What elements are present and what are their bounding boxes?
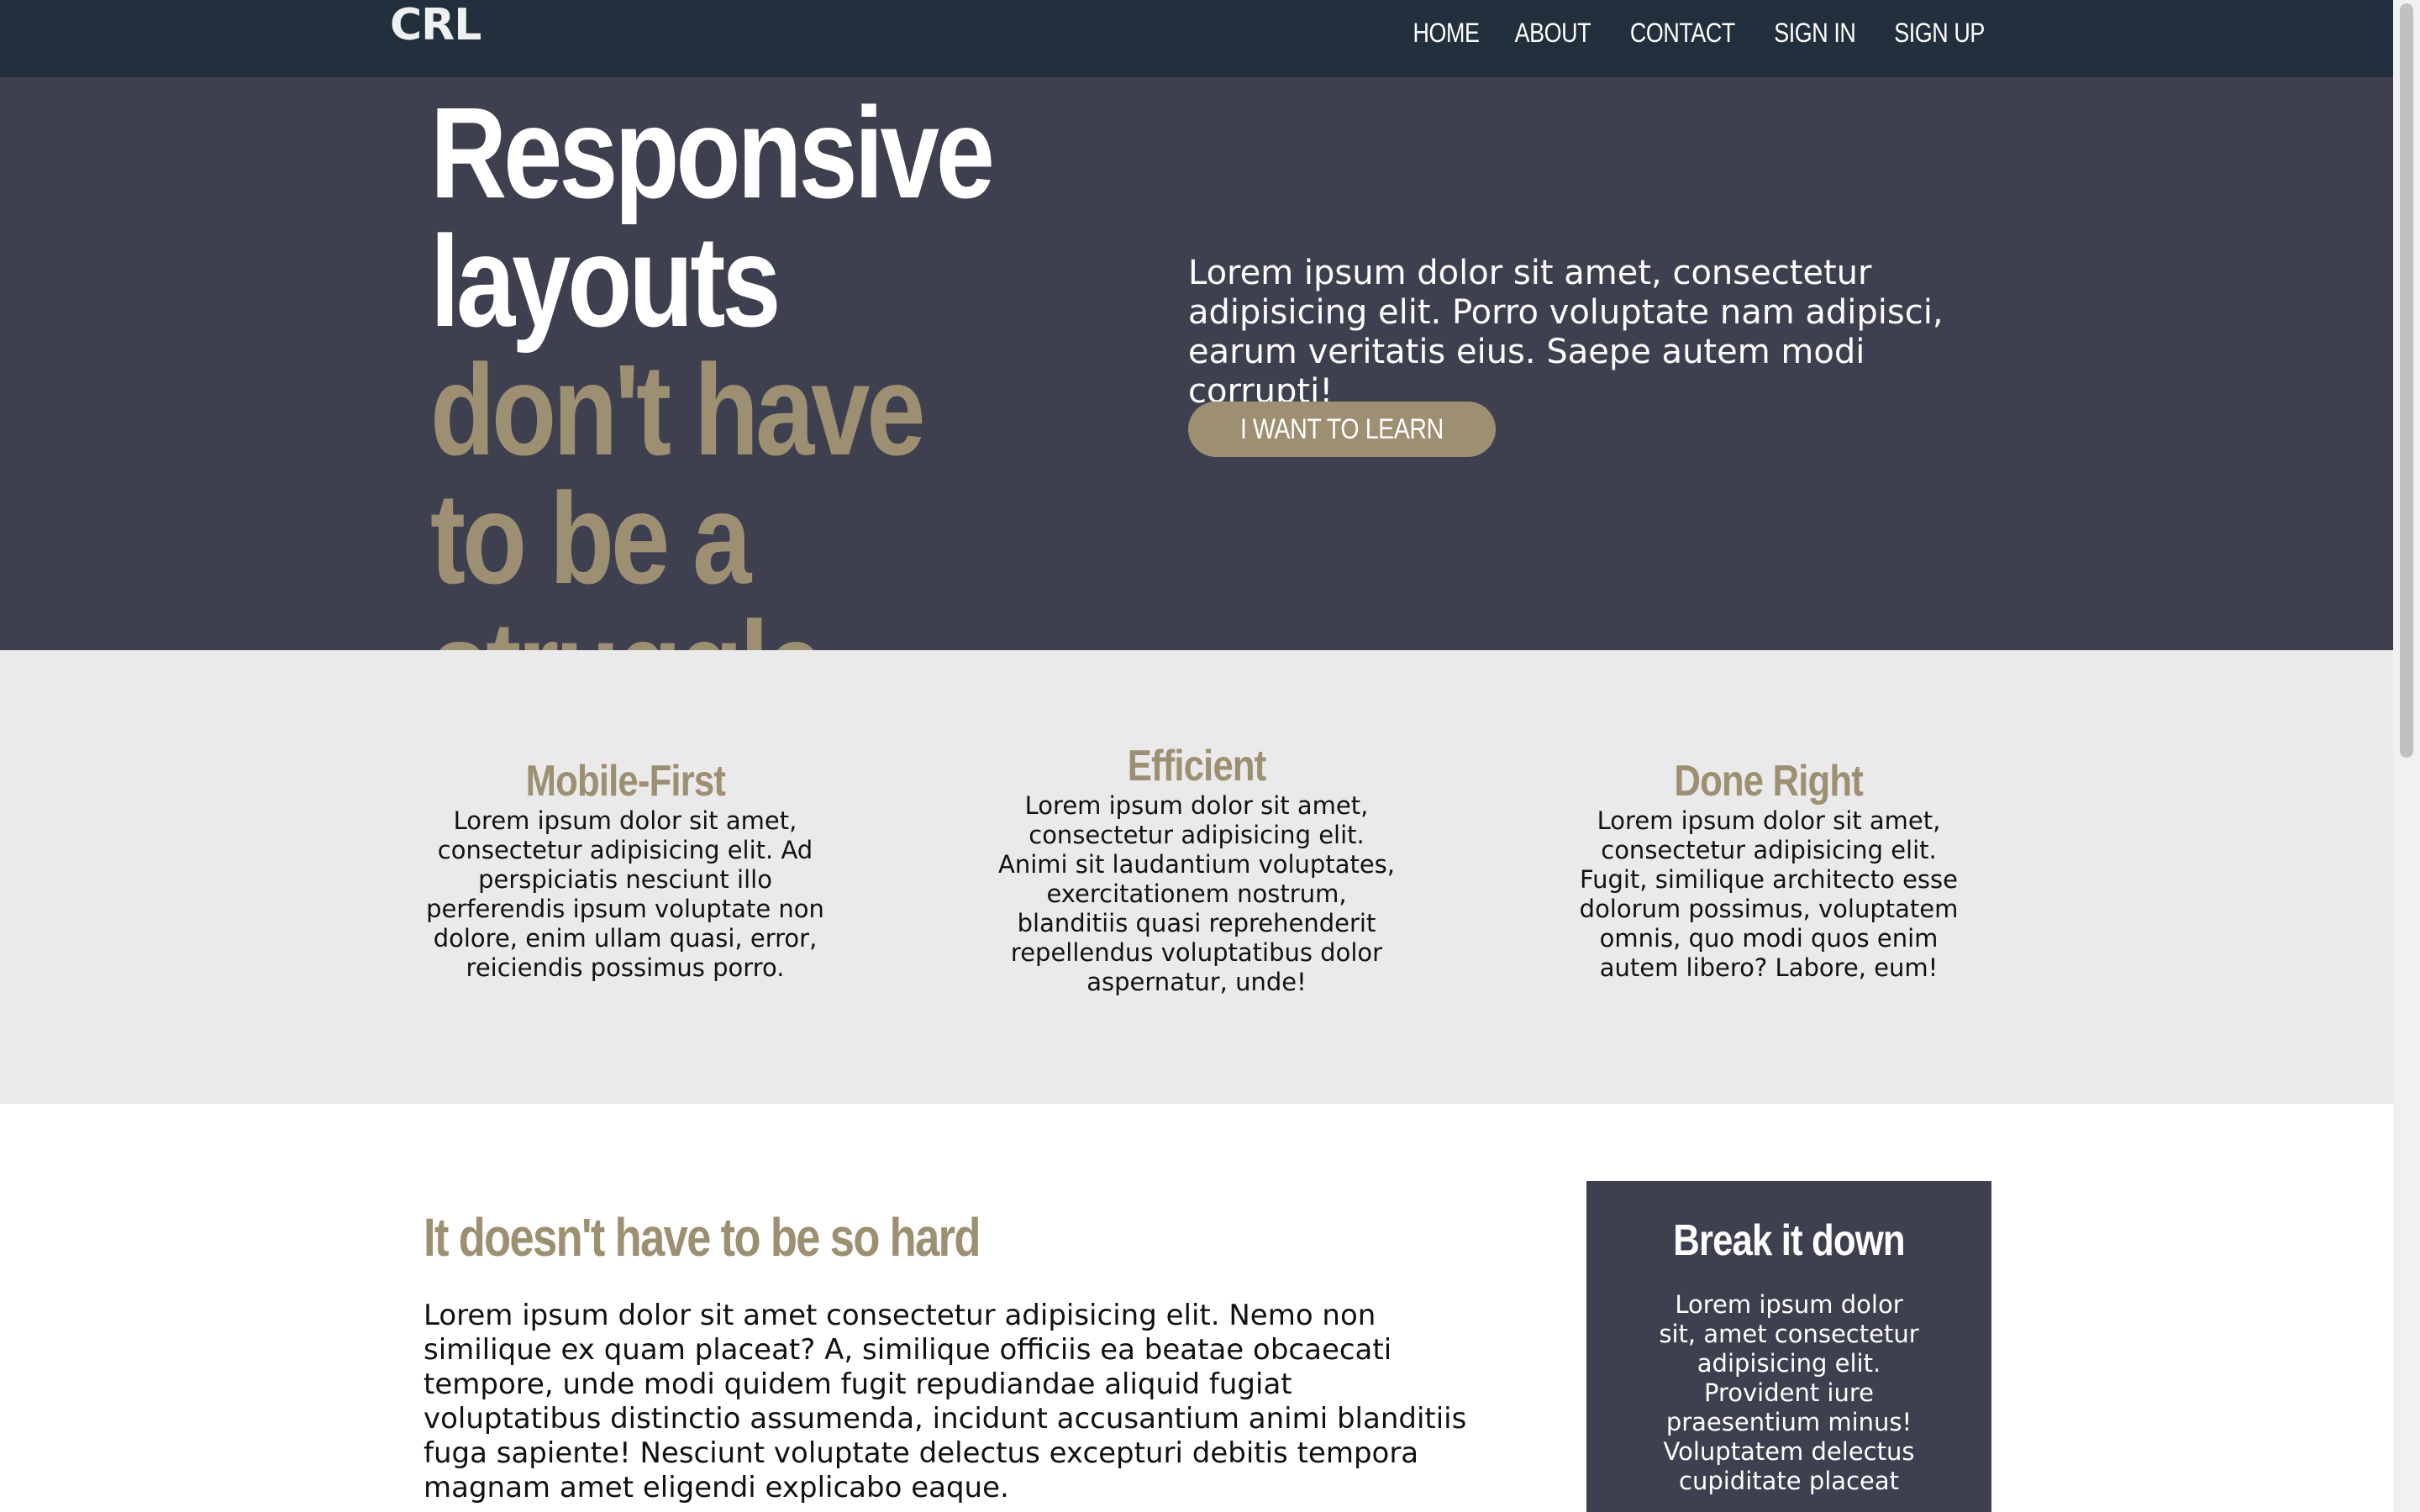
feature-title: Done Right: [1570, 756, 1968, 806]
content-body: Lorem ipsum dolor sit amet consectetur a…: [424, 1299, 1467, 1504]
hero-title-plain: Responsive layouts: [430, 81, 995, 354]
feature-text: Lorem ipsum dolor sit amet, consectetur …: [426, 806, 824, 982]
feature-title-text: Efficient: [1127, 742, 1267, 790]
site-logo[interactable]: CRL: [390, 2, 481, 49]
feature-title-text: Mobile-First: [525, 757, 725, 806]
hero-description: Lorem ipsum dolor sit amet, consectetur …: [1188, 254, 1944, 411]
hero-title: Responsive layouts don't have to be a st…: [430, 88, 995, 732]
sidebar-title: Break it down: [1586, 1215, 1991, 1267]
learn-button[interactable]: I WANT TO LEARN: [1188, 402, 1496, 457]
feature-text: Lorem ipsum dolor sit amet, consectetur …: [1579, 806, 1959, 982]
learn-button-label: I WANT TO LEARN: [1240, 412, 1444, 445]
feature-done-right: Done Right Lorem ipsum dolor sit amet, c…: [1570, 756, 1968, 983]
nav-link-sign-up[interactable]: SIGN UP: [1894, 12, 1985, 54]
feature-text: Lorem ipsum dolor sit amet, consectetur …: [997, 791, 1396, 996]
nav-link-home[interactable]: HOME: [1413, 12, 1479, 54]
features-section: Mobile-First Lorem ipsum dolor sit amet,…: [0, 650, 2393, 1104]
nav-link-contact[interactable]: CONTACT: [1629, 12, 1734, 54]
nav-link-about[interactable]: ABOUT: [1514, 12, 1591, 54]
feature-efficient: Efficient Lorem ipsum dolor sit amet, co…: [997, 741, 1397, 997]
vertical-scrollbar[interactable]: [2393, 0, 2420, 1512]
feature-title: Mobile-First: [424, 756, 827, 806]
scrollbar-thumb[interactable]: [2400, 3, 2413, 758]
nav-menu: HOME ABOUT CONTACT SIGN IN SIGN UP: [1407, 12, 1993, 54]
feature-title: Efficient: [997, 741, 1397, 791]
hero-section: Responsive layouts don't have to be a st…: [0, 77, 2393, 732]
feature-mobile-first: Mobile-First Lorem ipsum dolor sit amet,…: [424, 756, 827, 983]
top-navbar: CRL HOME ABOUT CONTACT SIGN IN SIGN UP: [0, 0, 2393, 77]
sidebar-box: Break it down Lorem ipsum dolor sit, ame…: [1586, 1181, 1991, 1512]
feature-title-text: Done Right: [1674, 757, 1864, 806]
sidebar-text: Lorem ipsum dolor sit, amet consectetur …: [1659, 1290, 1919, 1495]
sidebar-title-text: Break it down: [1673, 1216, 1905, 1265]
nav-link-sign-in[interactable]: SIGN IN: [1775, 12, 1857, 54]
content-title: It doesn't have to be so hard: [424, 1207, 981, 1268]
